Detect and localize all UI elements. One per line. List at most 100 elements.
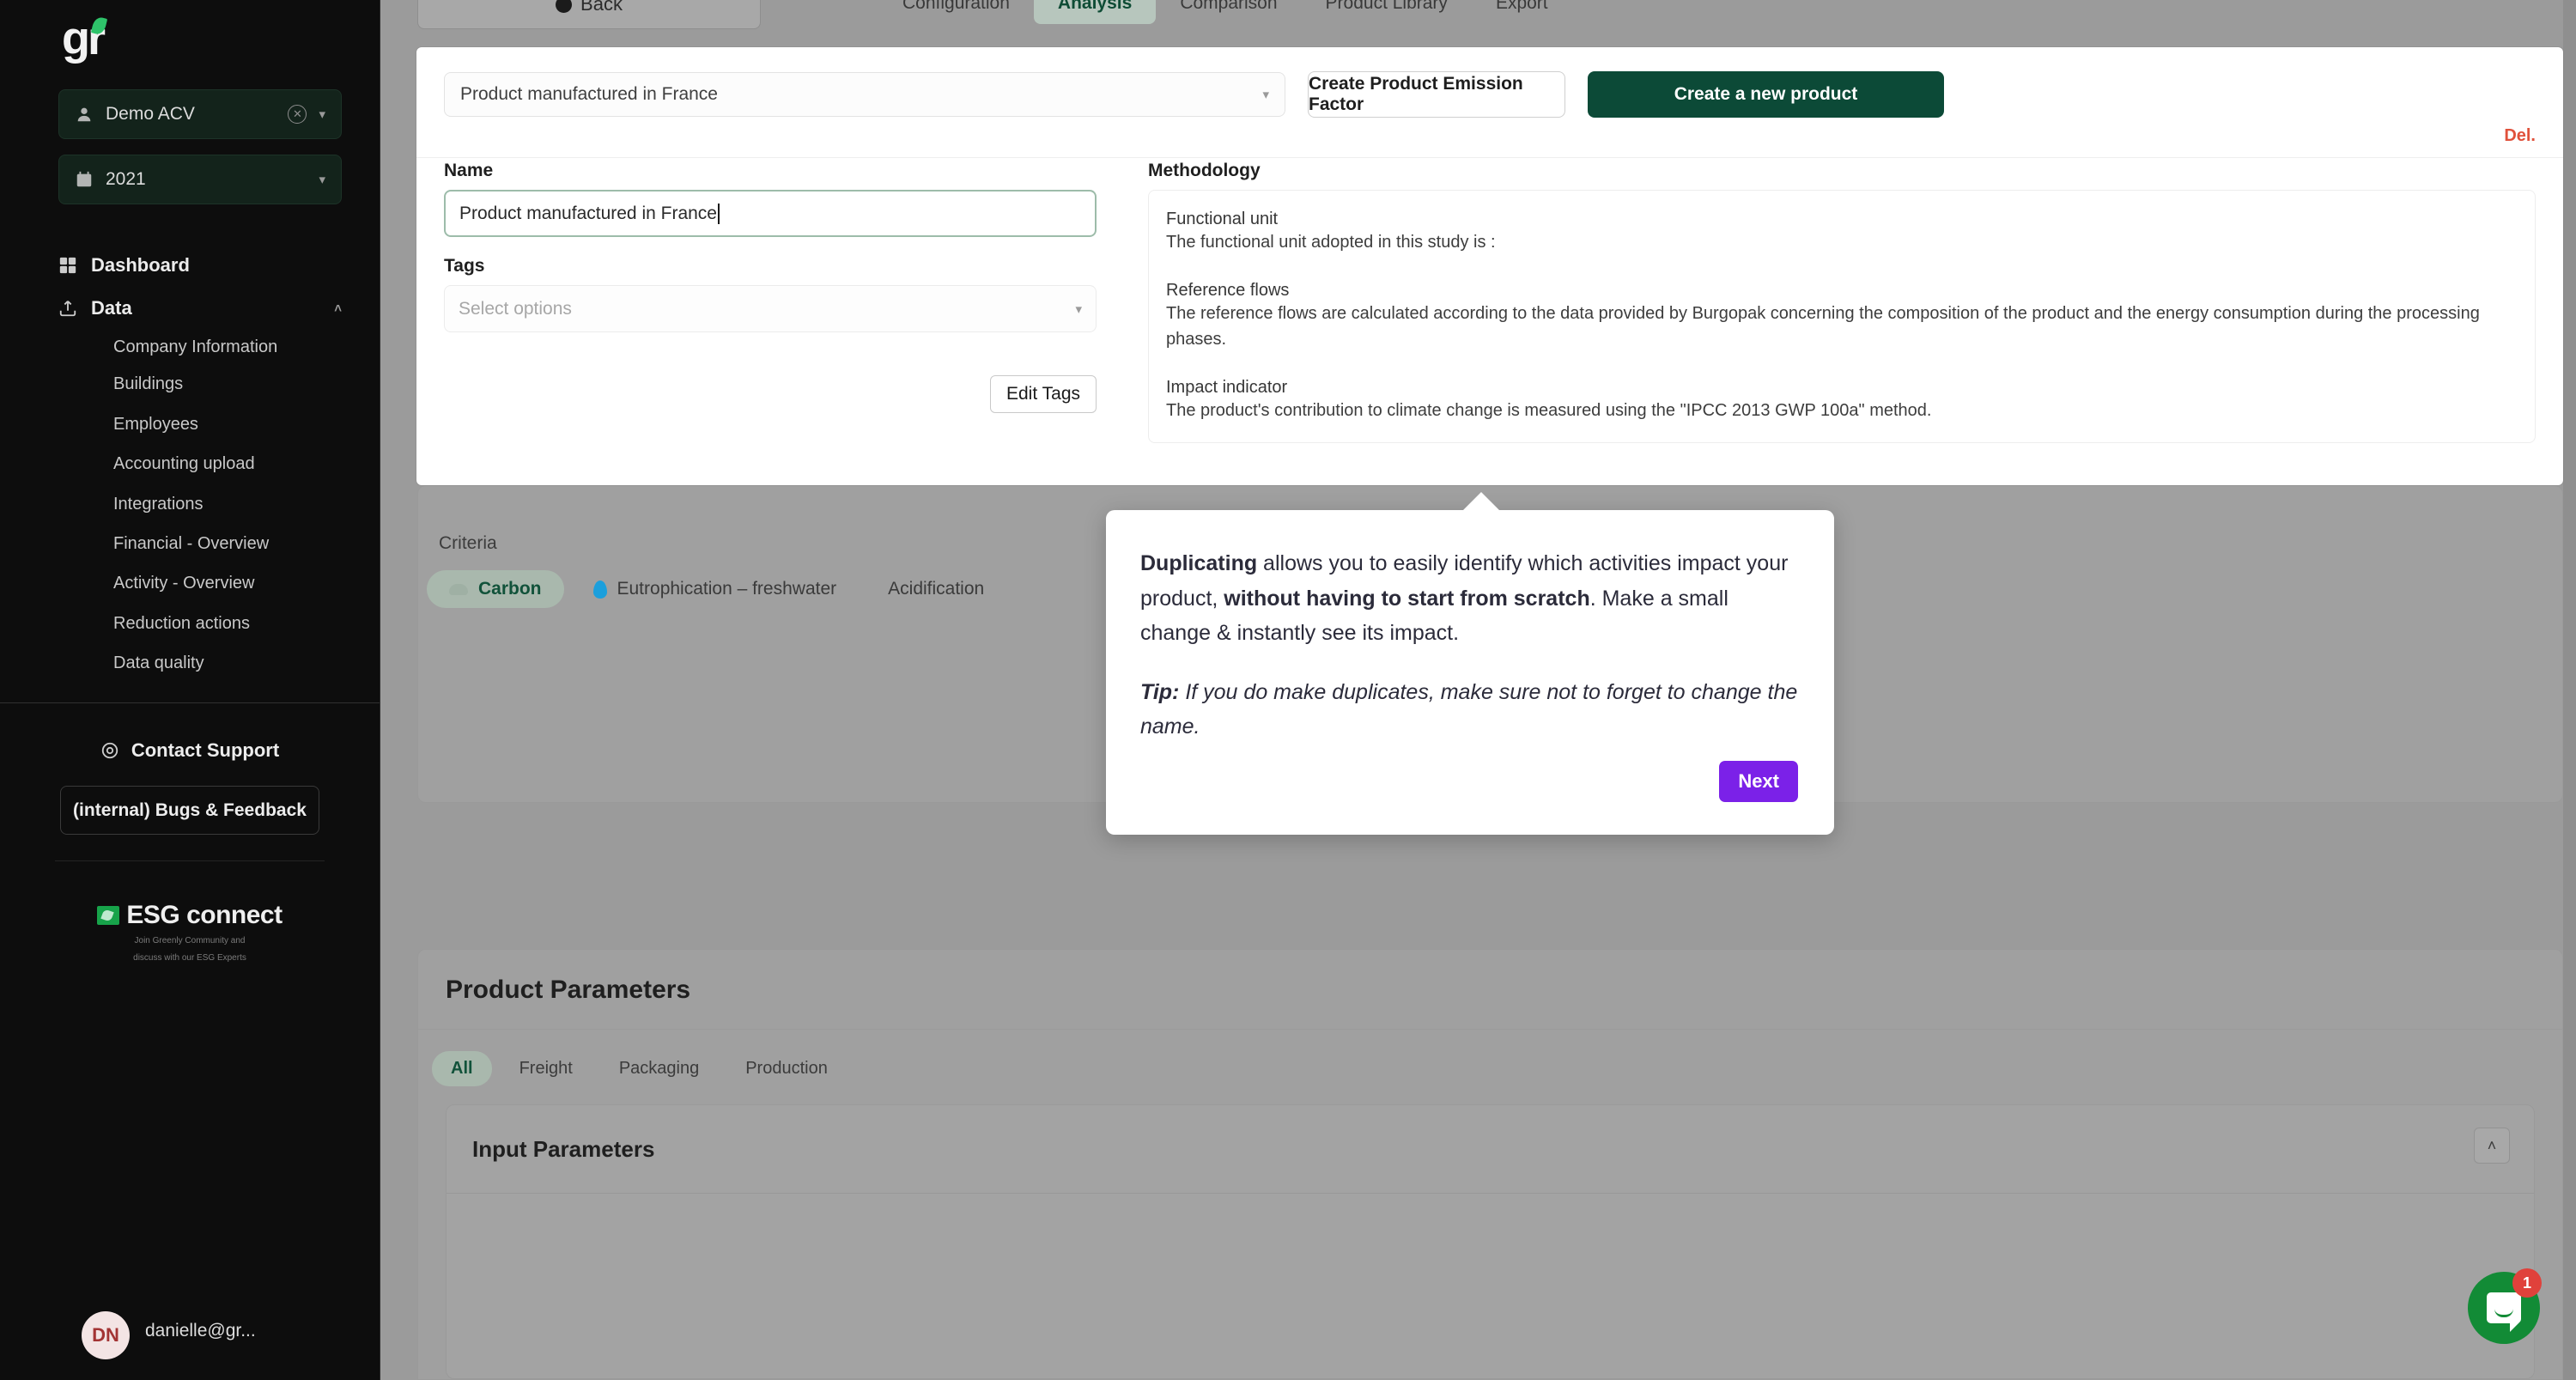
- pp-tab-production[interactable]: Production: [726, 1051, 847, 1086]
- sidebar-item-company-information[interactable]: Company Information: [0, 330, 380, 364]
- smile-icon: [2494, 1309, 2513, 1317]
- intercom-launcher[interactable]: 1: [2468, 1268, 2542, 1344]
- pp-tab-label: Freight: [519, 1059, 573, 1078]
- tab-product-library[interactable]: Product Library: [1302, 0, 1472, 24]
- create-product-emission-factor-button[interactable]: Create Product Emission Factor: [1308, 71, 1565, 118]
- tooltip-paragraph-1: Duplicating allows you to easily identif…: [1140, 546, 1800, 651]
- name-input-value: Product manufactured in France: [459, 203, 717, 223]
- tooltip-next-button[interactable]: Next: [1719, 761, 1798, 802]
- esg-tagline-line2: discuss with our ESG Experts: [133, 953, 246, 964]
- tab-analysis[interactable]: Analysis: [1033, 0, 1157, 24]
- sidebar-item-data-quality[interactable]: Data quality: [0, 643, 380, 683]
- chevron-down-icon: ▾: [1262, 88, 1269, 102]
- pp-tab-freight[interactable]: Freight: [501, 1051, 592, 1086]
- sidebar: gr Demo ACV ✕ ▾ 2021 ▾ Dashboard Data ˄: [0, 0, 380, 1380]
- product-parameters-panel: Product Parameters All Freight Packaging…: [417, 949, 2563, 1380]
- sidebar-item-buildings[interactable]: Buildings: [0, 364, 380, 404]
- divider: [447, 1193, 2534, 1194]
- contact-support-link[interactable]: Contact Support: [0, 739, 380, 762]
- tooltip-arrow: [1462, 492, 1500, 511]
- methodology-heading: Functional unit: [1166, 210, 1279, 228]
- bugs-feedback-label: (internal) Bugs & Feedback: [73, 799, 307, 820]
- clear-icon[interactable]: ✕: [288, 105, 307, 124]
- tooltip-bold-duplicating: Duplicating: [1140, 551, 1258, 575]
- product-select-value: Product manufactured in France: [460, 84, 718, 104]
- edit-tags-button[interactable]: Edit Tags: [990, 375, 1097, 413]
- criteria-tab-label: Carbon: [478, 579, 542, 599]
- sidebar-item-dashboard[interactable]: Dashboard: [0, 244, 380, 287]
- criteria-tab-label: Acidification: [888, 579, 985, 599]
- pp-tab-label: Packaging: [618, 1059, 700, 1078]
- upload-icon: [59, 301, 76, 317]
- chevron-up-icon[interactable]: ˄: [2474, 1128, 2510, 1164]
- tooltip-tip-text: If you do make duplicates, make sure not…: [1140, 679, 1798, 739]
- year-selector[interactable]: 2021 ▾: [58, 155, 342, 204]
- tags-select[interactable]: Select options ▾: [444, 285, 1097, 332]
- page-scrollbar[interactable]: [2563, 0, 2576, 1380]
- sidebar-subitem-label: Data quality: [113, 654, 204, 673]
- name-input[interactable]: Product manufactured in France: [444, 190, 1097, 237]
- water-drop-icon: [592, 580, 607, 599]
- criteria-tab-eutrophication[interactable]: Eutrophication – freshwater: [571, 570, 860, 608]
- tab-export[interactable]: Export: [1472, 0, 1572, 24]
- sidebar-item-accounting-upload[interactable]: Accounting upload: [0, 444, 380, 483]
- text-caret: [718, 203, 720, 224]
- tab-configuration[interactable]: Configuration: [878, 0, 1034, 24]
- contact-support-label: Contact Support: [131, 739, 280, 761]
- button-label: Edit Tags: [1006, 384, 1080, 404]
- cloud-icon: [449, 583, 468, 595]
- input-parameters-card: Input Parameters ˄: [446, 1104, 2535, 1379]
- tab-label: Analysis: [1057, 0, 1133, 13]
- sidebar-subitem-label: Employees: [113, 414, 198, 434]
- pp-tab-packaging[interactable]: Packaging: [600, 1051, 718, 1086]
- pp-tab-label: Production: [745, 1059, 828, 1078]
- user-profile[interactable]: DN danielle@gr...: [0, 1311, 380, 1359]
- pp-tab-label: All: [451, 1059, 473, 1078]
- org-selector-label: Demo ACV: [106, 104, 195, 124]
- avatar: DN: [82, 1311, 130, 1359]
- sidebar-item-data[interactable]: Data ˄: [0, 287, 380, 330]
- delete-link[interactable]: Del.: [2504, 126, 2536, 146]
- esg-tagline-line1: Join Greenly Community and: [134, 935, 246, 945]
- sidebar-item-activity-overview[interactable]: Activity - Overview: [0, 563, 380, 603]
- back-button[interactable]: Back: [417, 0, 761, 29]
- user-icon: [77, 107, 91, 122]
- intercom-unread-badge: 1: [2512, 1268, 2542, 1298]
- sidebar-item-integrations[interactable]: Integrations: [0, 484, 380, 524]
- criteria-tab-acidification[interactable]: Acidification: [866, 570, 1006, 608]
- criteria-tab-label: Eutrophication – freshwater: [617, 579, 837, 599]
- sidebar-subitem-label: Company Information: [113, 337, 278, 356]
- bugs-feedback-button[interactable]: (internal) Bugs & Feedback: [60, 785, 319, 835]
- sidebar-subitem-label: Buildings: [113, 374, 184, 394]
- methodology-heading: Impact indicator: [1166, 378, 1288, 397]
- year-selector-label: 2021: [106, 169, 146, 189]
- divider: [416, 157, 2563, 158]
- app-root: gr Demo ACV ✕ ▾ 2021 ▾ Dashboard Data ˄: [0, 0, 2576, 1380]
- criteria-label: Criteria: [439, 533, 497, 553]
- sidebar-nav: Dashboard Data ˄ Company Information Bui…: [0, 244, 380, 684]
- criteria-tab-carbon[interactable]: Carbon: [427, 570, 564, 608]
- avatar-initials: DN: [92, 1324, 119, 1346]
- lifebuoy-icon: [101, 742, 118, 758]
- tooltip-tip-label: Tip:: [1140, 679, 1180, 704]
- methodology-textarea[interactable]: Functional unit The functional unit adop…: [1148, 190, 2536, 443]
- button-label: Create a new product: [1674, 84, 1858, 104]
- chevron-down-icon: ▾: [319, 107, 325, 122]
- pp-tab-all[interactable]: All: [432, 1051, 492, 1086]
- esg-connect-name: ESG connect: [126, 900, 283, 929]
- create-new-product-button[interactable]: Create a new product: [1588, 71, 1944, 118]
- tooltip-bold-scratch: without having to start from scratch: [1224, 586, 1590, 611]
- sidebar-item-reduction-actions[interactable]: Reduction actions: [0, 604, 380, 643]
- app-logo[interactable]: gr: [0, 0, 380, 62]
- button-label: Next: [1738, 770, 1779, 792]
- org-selector[interactable]: Demo ACV ✕ ▾: [58, 89, 342, 139]
- product-select[interactable]: Product manufactured in France ▾: [444, 72, 1285, 117]
- divider: [418, 1029, 2562, 1030]
- tab-comparison[interactable]: Comparison: [1156, 0, 1301, 24]
- tags-field-label: Tags: [444, 256, 485, 276]
- esg-connect-banner[interactable]: ESG connect Join Greenly Community and d…: [0, 901, 380, 965]
- sidebar-item-employees[interactable]: Employees: [0, 404, 380, 444]
- sidebar-item-financial-overview[interactable]: Financial - Overview: [0, 524, 380, 563]
- chevron-down-icon: ▾: [319, 173, 325, 187]
- product-parameters-tabs: All Freight Packaging Production: [432, 1051, 847, 1086]
